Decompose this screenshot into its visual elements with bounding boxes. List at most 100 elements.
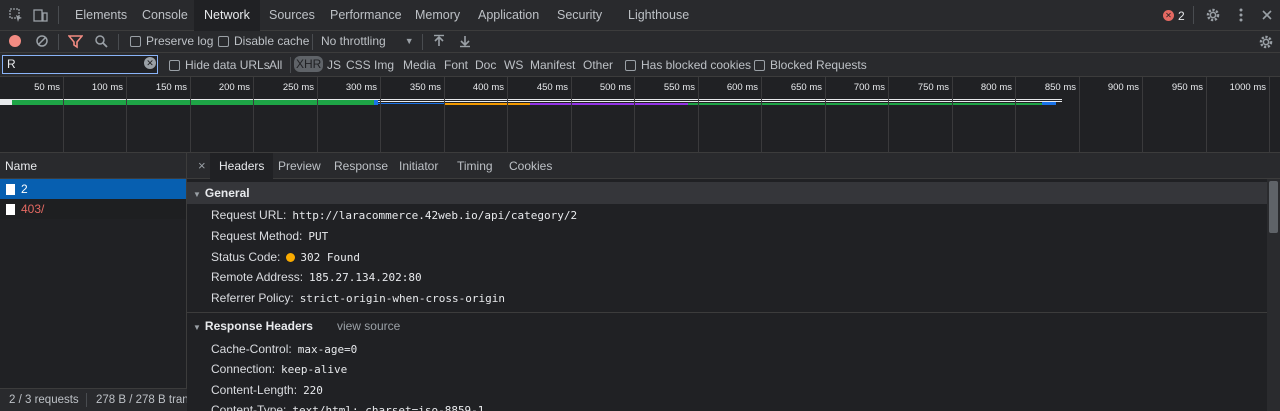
tab-memory[interactable]: Memory — [405, 0, 470, 31]
tab-sources[interactable]: Sources — [259, 0, 325, 31]
tab-console[interactable]: Console — [132, 0, 198, 31]
status-code-label: Status Code: — [211, 250, 281, 264]
request-method-row: Request Method: PUT — [211, 229, 328, 243]
throttling-select[interactable]: No throttling ▼ — [321, 34, 414, 48]
error-count: 2 — [1178, 8, 1185, 23]
settings-icon[interactable] — [1205, 7, 1221, 23]
timeline-gridline — [1269, 77, 1270, 153]
scrollbar-thumb[interactable] — [1269, 181, 1278, 233]
device-toggle-icon[interactable] — [32, 7, 48, 23]
transfer-size: 278 B / 278 B tran — [96, 394, 187, 406]
general-section-header[interactable]: ▼ General — [187, 182, 1267, 204]
toolbar-divider — [422, 34, 423, 50]
timeline-gridline — [507, 77, 508, 153]
status-dot-icon — [286, 252, 296, 262]
tab-timing[interactable]: Timing — [448, 153, 502, 179]
close-icon[interactable] — [1259, 7, 1275, 23]
more-icon[interactable] — [1233, 7, 1249, 23]
filter-type-manifest[interactable]: Manifest — [530, 58, 575, 72]
filter-type-css[interactable]: CSS — [346, 58, 371, 72]
timeline-tick-label: 1000 ms — [1229, 82, 1266, 93]
has-blocked-cookies-checkbox[interactable]: Has blocked cookies — [625, 58, 751, 72]
timeline-gridline — [1015, 77, 1016, 153]
request-row[interactable]: 403/ — [0, 199, 186, 219]
preserve-log-label: Preserve log — [146, 34, 214, 48]
tab-application[interactable]: Application — [468, 0, 549, 31]
checkbox-box[interactable] — [754, 59, 765, 71]
timeline-gridline — [761, 77, 762, 153]
tab-security[interactable]: Security — [547, 0, 612, 31]
timeline-gridline — [888, 77, 889, 153]
filter-type-img[interactable]: Img — [374, 58, 394, 72]
tab-initiator[interactable]: Initiator — [390, 153, 447, 179]
content-type-row: Content-Type: text/html; charset=iso-885… — [211, 403, 484, 411]
timeline-tick-label: 750 ms — [917, 82, 949, 93]
toolbar-divider — [58, 34, 59, 50]
clear-icon[interactable] — [34, 34, 50, 50]
cache-control-value: max-age=0 — [297, 342, 358, 356]
filter-type-media[interactable]: Media — [403, 58, 436, 72]
filter-input[interactable]: R — [2, 55, 158, 74]
inspect-icon[interactable] — [8, 7, 24, 23]
filter-type-font[interactable]: Font — [444, 58, 468, 72]
tab-lighthouse[interactable]: Lighthouse — [618, 0, 699, 31]
filter-type-xhr[interactable]: XHR — [294, 56, 324, 72]
request-row[interactable]: 2 — [0, 179, 186, 199]
name-column-header[interactable]: Name — [0, 153, 186, 179]
timeline-tick-label: 500 ms — [599, 82, 631, 93]
filter-type-all[interactable]: All — [269, 58, 282, 72]
checkbox-box[interactable] — [130, 35, 141, 47]
timeline-overview[interactable]: 50 ms 100 ms 150 ms 200 ms 250 ms 300 ms 350 m… — [0, 77, 1280, 153]
clear-filter-icon[interactable]: ✕ — [144, 57, 156, 69]
referrer-policy-row: Referrer Policy: strict-origin-when-cros… — [211, 291, 505, 305]
tab-response[interactable]: Response — [325, 153, 397, 179]
filter-type-doc[interactable]: Doc — [475, 58, 496, 72]
response-headers-title: Response Headers — [204, 319, 313, 333]
hide-data-urls-checkbox[interactable]: Hide data URLs — [169, 58, 270, 72]
tab-network[interactable]: Network — [194, 0, 260, 32]
record-icon[interactable] — [9, 35, 21, 47]
request-url-row: Request URL: http://laracommerce.42web.i… — [211, 208, 577, 222]
timeline-tick-label: 550 ms — [663, 82, 695, 93]
timeline-tick-label: 600 ms — [726, 82, 758, 93]
filter-icon[interactable] — [66, 34, 84, 50]
remote-address-row: Remote Address: 185.27.134.202:80 — [211, 270, 422, 284]
checkbox-box[interactable] — [218, 35, 229, 47]
error-count-badge[interactable]: ✕ 2 — [1163, 8, 1185, 23]
network-settings-icon[interactable] — [1258, 34, 1274, 50]
hide-data-urls-label: Hide data URLs — [185, 58, 270, 72]
view-source-link[interactable]: view source — [337, 319, 400, 333]
import-icon[interactable] — [431, 34, 447, 50]
filter-type-ws[interactable]: WS — [504, 58, 523, 72]
timeline-tick-label: 800 ms — [980, 82, 1012, 93]
disable-cache-checkbox[interactable]: Disable cache — [218, 34, 309, 48]
timeline-tick-label: 900 ms — [1107, 82, 1139, 93]
timeline-tick-label: 950 ms — [1171, 82, 1203, 93]
timeline-gridline — [444, 77, 445, 153]
export-icon[interactable] — [457, 34, 473, 50]
request-url-label: Request URL: — [211, 208, 287, 222]
response-headers-section-header[interactable]: ▼ Response Headers view source — [187, 315, 1267, 337]
tab-cookies[interactable]: Cookies — [500, 153, 561, 179]
details-scrollbar[interactable] — [1267, 179, 1280, 411]
search-icon[interactable] — [93, 34, 109, 50]
preserve-log-checkbox[interactable]: Preserve log — [130, 34, 213, 48]
remote-address-value: 185.27.134.202:80 — [309, 270, 422, 284]
tab-performance[interactable]: Performance — [320, 0, 412, 31]
checkbox-box[interactable] — [169, 59, 180, 71]
blocked-requests-checkbox[interactable]: Blocked Requests — [754, 58, 867, 72]
timeline-gridline — [317, 77, 318, 153]
remote-address-label: Remote Address: — [211, 270, 304, 284]
tab-headers[interactable]: Headers — [210, 153, 274, 179]
timeline-tick-label: 100 ms — [91, 82, 123, 93]
toolbar-divider — [312, 34, 313, 50]
toolbar-divider — [118, 34, 119, 50]
dropdown-arrow-icon: ▼ — [404, 36, 414, 46]
filter-type-js[interactable]: JS — [327, 58, 341, 72]
filter-type-other[interactable]: Other — [583, 58, 613, 72]
devtools-tab-bar: Elements Console Network Sources Perform… — [0, 0, 1280, 32]
tab-preview[interactable]: Preview — [269, 153, 330, 179]
tab-elements[interactable]: Elements — [65, 0, 137, 31]
timeline-gridline — [825, 77, 826, 153]
checkbox-box[interactable] — [625, 59, 636, 71]
